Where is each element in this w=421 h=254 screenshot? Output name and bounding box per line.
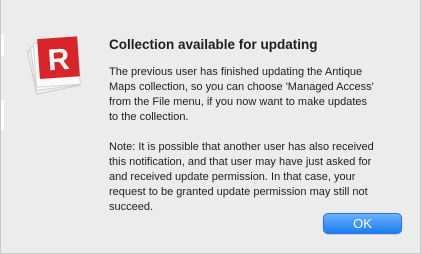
dialog-title: Collection available for updating: [109, 37, 318, 52]
icon-letter: R: [47, 43, 71, 77]
ok-button[interactable]: OK: [323, 213, 402, 234]
background-edge: [1, 34, 4, 56]
background-edge: [1, 100, 4, 130]
alert-dialog: R Collection available for updating The …: [0, 0, 421, 254]
message-paragraph: The previous user has finished updating …: [109, 66, 374, 123]
app-icon: R: [17, 28, 91, 102]
dialog-message: The previous user has finished updating …: [109, 65, 413, 215]
note-paragraph: Note: It is possible that another user h…: [109, 141, 374, 213]
